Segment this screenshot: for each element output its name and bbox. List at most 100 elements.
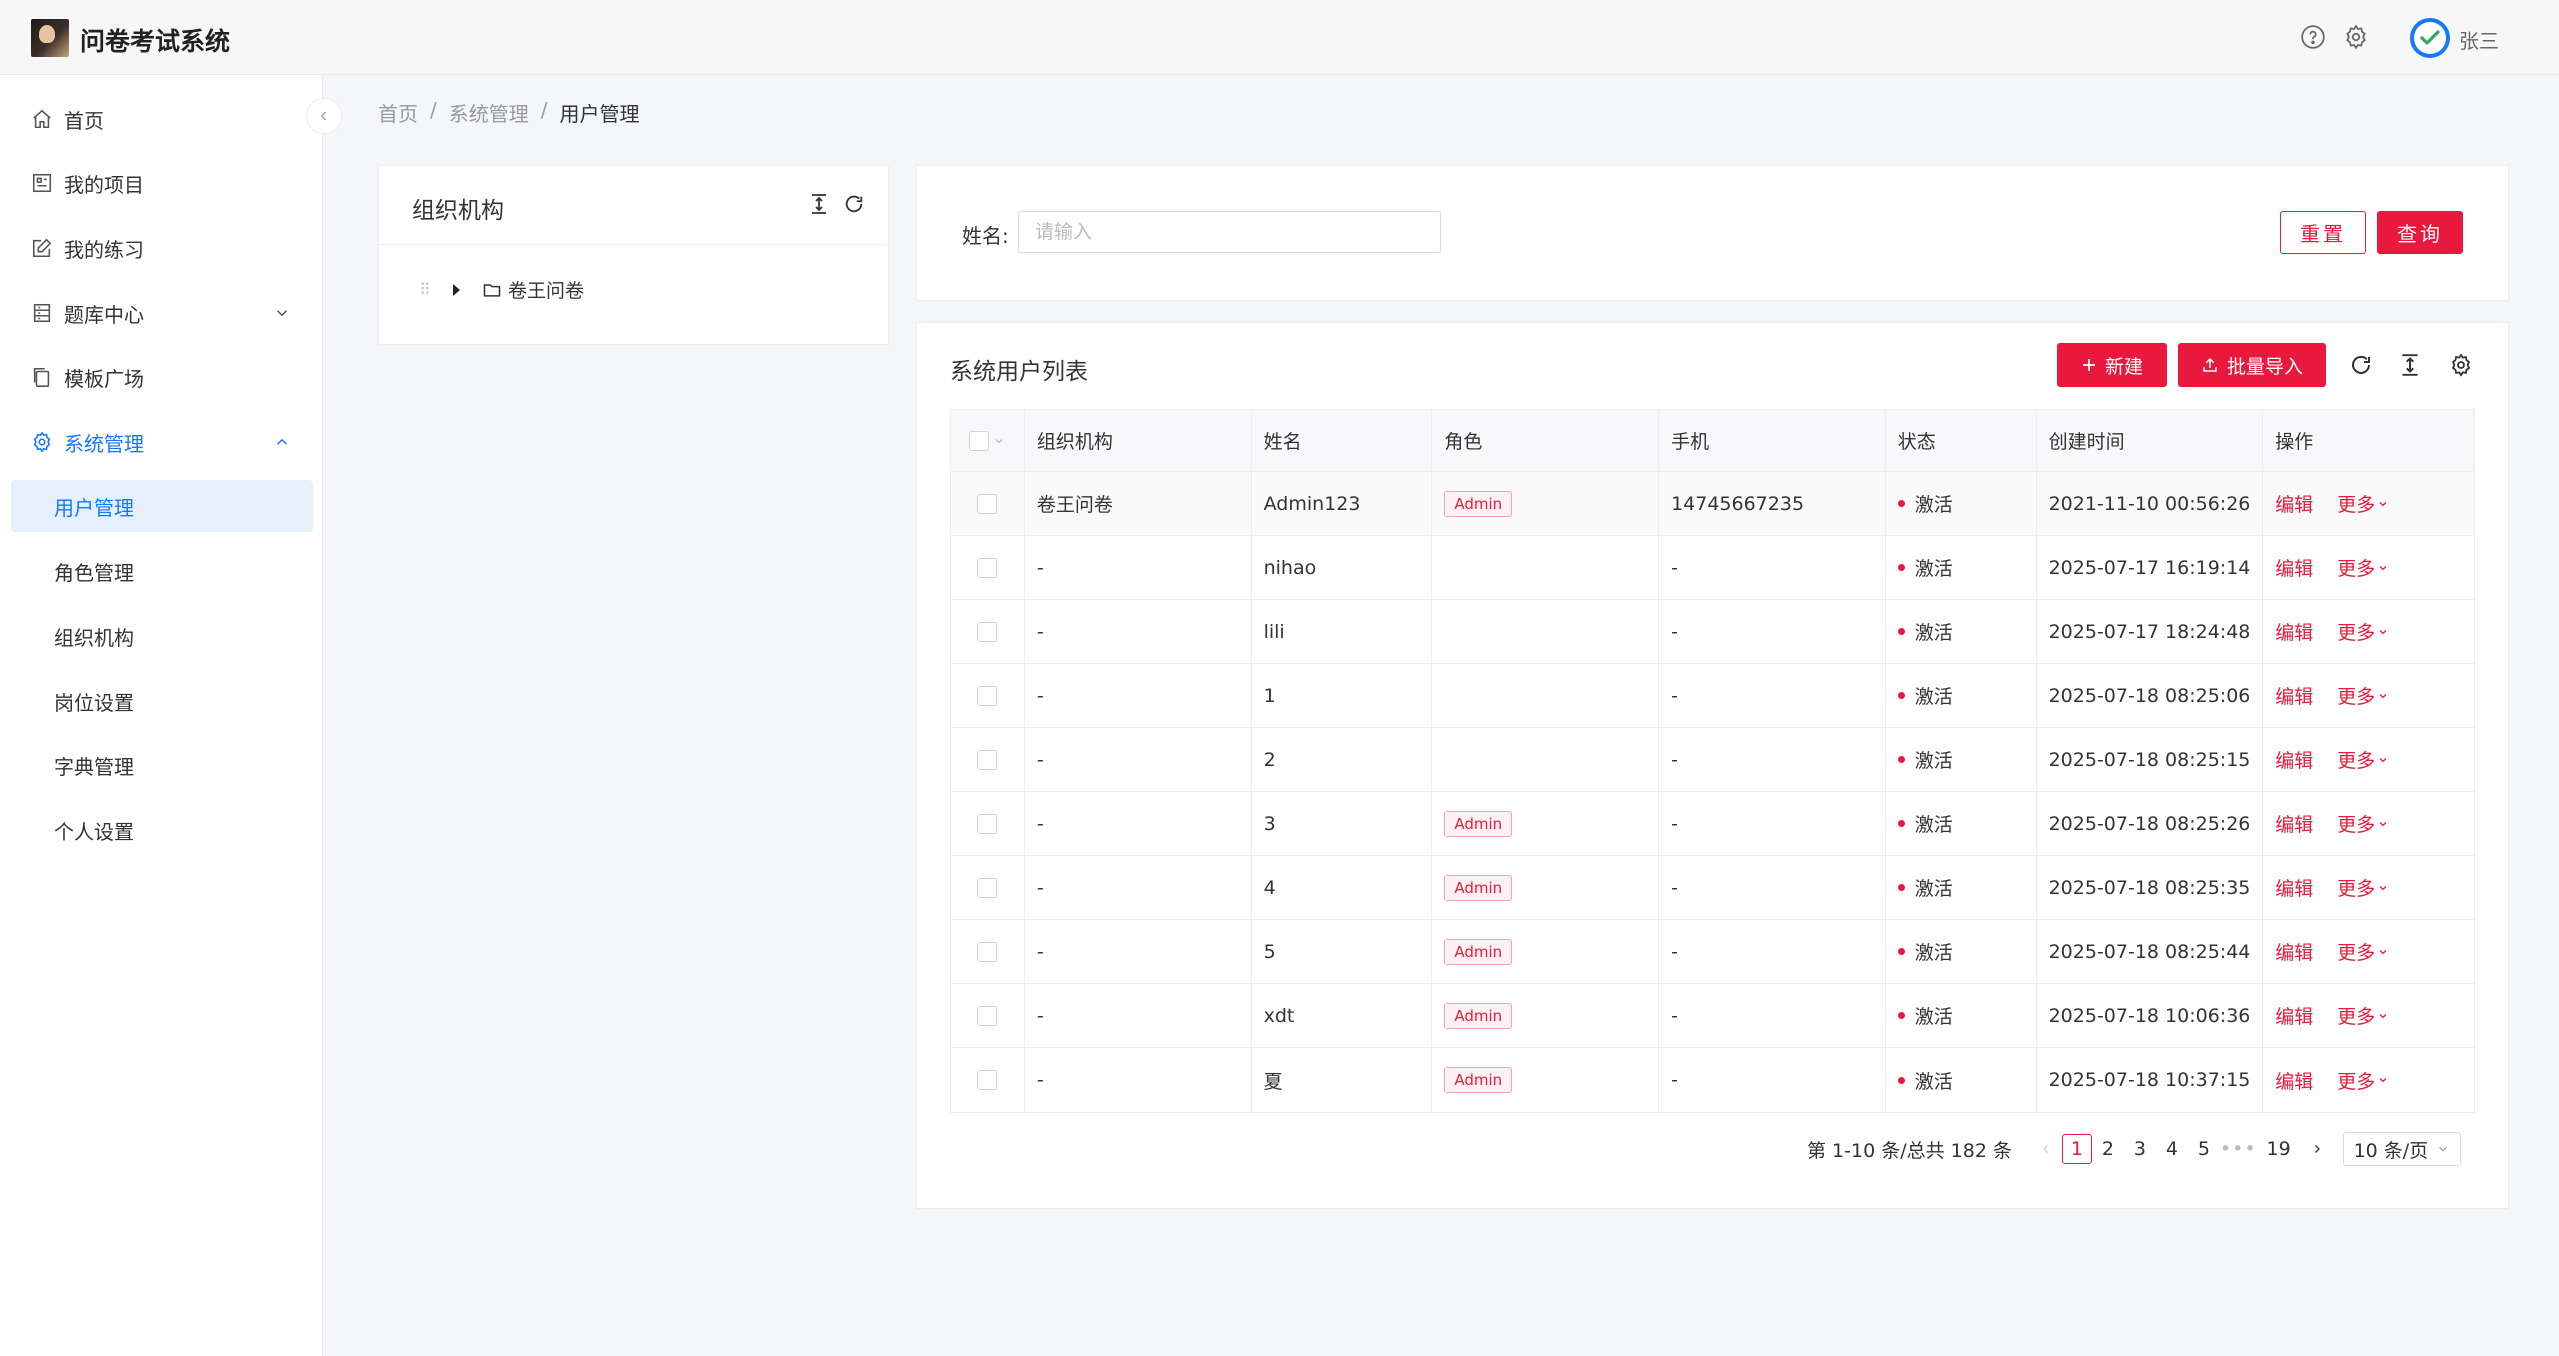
sidebar-item-my-practice[interactable]: 我的练习 bbox=[11, 222, 313, 274]
row-checkbox[interactable] bbox=[977, 1070, 998, 1090]
edit-link[interactable]: 编辑 bbox=[2275, 1067, 2313, 1094]
cell-actions: 编辑 更多 bbox=[2263, 856, 2474, 919]
row-checkbox[interactable] bbox=[977, 1005, 998, 1026]
expand-collapse-icon[interactable] bbox=[809, 193, 829, 215]
row-checkbox[interactable] bbox=[977, 941, 998, 962]
edit-link[interactable]: 编辑 bbox=[2275, 1002, 2313, 1029]
cell-phone: - bbox=[1659, 984, 1886, 1047]
cell-phone: 14745667235 bbox=[1659, 472, 1886, 535]
breadcrumb-home[interactable]: 首页 bbox=[378, 98, 418, 127]
page-button-4[interactable]: 4 bbox=[2156, 1133, 2188, 1165]
edit-link[interactable]: 编辑 bbox=[2275, 746, 2313, 773]
cell-status: 激活 bbox=[1886, 600, 2037, 663]
cell-phone: - bbox=[1659, 792, 1886, 855]
name-search-input[interactable] bbox=[1018, 211, 1441, 253]
settings-icon bbox=[31, 431, 53, 453]
chevron-down-icon bbox=[273, 304, 291, 322]
row-checkbox[interactable] bbox=[977, 621, 998, 642]
more-dropdown[interactable]: 更多 bbox=[2337, 490, 2389, 517]
drag-handle-icon[interactable]: ⠿ bbox=[419, 280, 441, 299]
edit-link[interactable]: 编辑 bbox=[2275, 874, 2313, 901]
user-avatar[interactable] bbox=[2410, 18, 2450, 58]
cell-name: 夏 bbox=[1252, 1048, 1433, 1112]
chevron-down-icon[interactable] bbox=[993, 435, 1005, 447]
help-icon[interactable] bbox=[2300, 24, 2326, 50]
more-dropdown[interactable]: 更多 bbox=[2337, 1002, 2389, 1029]
row-checkbox[interactable] bbox=[977, 493, 998, 514]
query-button[interactable]: 查询 bbox=[2377, 211, 2463, 254]
edit-link[interactable]: 编辑 bbox=[2275, 618, 2313, 645]
sidebar-item-system-management[interactable]: 系统管理 bbox=[11, 416, 313, 468]
sidebar-subitem-dictionary[interactable]: 字典管理 bbox=[11, 739, 313, 791]
cell-created: 2025-07-18 08:25:15 bbox=[2037, 728, 2264, 791]
sidebar-subitem-position-settings[interactable]: 岗位设置 bbox=[11, 675, 313, 727]
sidebar-item-template-square[interactable]: 模板广场 bbox=[11, 351, 313, 403]
cell-phone: - bbox=[1659, 536, 1886, 599]
edit-link[interactable]: 编辑 bbox=[2275, 810, 2313, 837]
more-dropdown[interactable]: 更多 bbox=[2337, 810, 2389, 837]
edit-link[interactable]: 编辑 bbox=[2275, 554, 2313, 581]
page-button-3[interactable]: 3 bbox=[2124, 1133, 2156, 1165]
table-row: - 夏 Admin - 激活 2025-07-18 10:37:15 编辑 更多 bbox=[951, 1048, 2474, 1112]
row-checkbox[interactable] bbox=[977, 877, 998, 898]
org-tree-node[interactable]: ⠿ 卷王问卷 bbox=[419, 276, 584, 303]
cell-phone: - bbox=[1659, 856, 1886, 919]
app-title: 问卷考试系统 bbox=[80, 27, 231, 56]
status-dot bbox=[1897, 756, 1905, 763]
edit-link[interactable]: 编辑 bbox=[2275, 490, 2313, 517]
sidebar-item-question-bank[interactable]: 题库中心 bbox=[11, 287, 313, 339]
more-dropdown[interactable]: 更多 bbox=[2337, 618, 2389, 645]
sidebar-subitem-personal-settings[interactable]: 个人设置 bbox=[11, 804, 313, 856]
next-page-button[interactable] bbox=[2301, 1133, 2333, 1165]
row-checkbox[interactable] bbox=[977, 749, 998, 770]
reset-button[interactable]: 重置 bbox=[2280, 211, 2366, 254]
edit-link[interactable]: 编辑 bbox=[2275, 682, 2313, 709]
breadcrumb-section[interactable]: 系统管理 bbox=[449, 98, 529, 127]
table-refresh-icon[interactable] bbox=[2349, 353, 2375, 379]
batch-import-button[interactable]: 批量导入 bbox=[2178, 343, 2326, 387]
page-size-select[interactable]: 10 条/页 bbox=[2342, 1132, 2461, 1166]
page-button-1[interactable]: 1 bbox=[2061, 1134, 2092, 1164]
page-button-5[interactable]: 5 bbox=[2188, 1133, 2220, 1165]
page-button-last[interactable]: 19 bbox=[2257, 1133, 2301, 1165]
row-checkbox[interactable] bbox=[977, 557, 998, 578]
column-header: 操作 bbox=[2275, 431, 2314, 453]
sidebar-subitem-organization[interactable]: 组织机构 bbox=[11, 610, 313, 662]
select-all-checkbox[interactable] bbox=[969, 430, 990, 451]
org-node-label: 卷王问卷 bbox=[508, 280, 585, 302]
column-header: 组织机构 bbox=[1025, 410, 1252, 471]
cell-created: 2025-07-18 08:25:26 bbox=[2037, 792, 2264, 855]
page-ellipsis[interactable]: ••• bbox=[2220, 1133, 2257, 1165]
cell-phone: - bbox=[1659, 728, 1886, 791]
more-dropdown[interactable]: 更多 bbox=[2337, 938, 2389, 965]
cell-created: 2025-07-18 08:25:06 bbox=[2037, 664, 2264, 727]
column-height-icon[interactable] bbox=[2399, 353, 2425, 379]
more-dropdown[interactable]: 更多 bbox=[2337, 682, 2389, 709]
page-button-2[interactable]: 2 bbox=[2092, 1133, 2124, 1165]
more-dropdown[interactable]: 更多 bbox=[2337, 874, 2389, 901]
sidebar-subitem-role-management[interactable]: 角色管理 bbox=[11, 545, 313, 597]
refresh-icon[interactable] bbox=[843, 193, 865, 215]
sidebar-collapse-button[interactable] bbox=[306, 98, 342, 134]
project-icon bbox=[31, 172, 53, 194]
settings-gear-icon[interactable] bbox=[2343, 24, 2369, 50]
status-dot bbox=[1897, 820, 1905, 827]
row-checkbox[interactable] bbox=[977, 813, 998, 834]
edit-link[interactable]: 编辑 bbox=[2275, 938, 2313, 965]
more-dropdown[interactable]: 更多 bbox=[2337, 746, 2389, 773]
caret-right-icon[interactable] bbox=[453, 283, 460, 296]
home-icon bbox=[31, 108, 53, 130]
row-checkbox[interactable] bbox=[977, 685, 998, 706]
sidebar-item-home[interactable]: 首页 bbox=[11, 93, 313, 145]
prev-page-button[interactable] bbox=[2030, 1133, 2062, 1165]
sidebar-subitem-user-management[interactable]: 用户管理 bbox=[11, 480, 313, 532]
more-dropdown[interactable]: 更多 bbox=[2337, 1067, 2389, 1094]
table-settings-icon[interactable] bbox=[2449, 353, 2475, 379]
sidebar-item-my-projects[interactable]: 我的项目 bbox=[11, 157, 313, 209]
chevron-down-icon bbox=[2379, 1078, 2387, 1083]
new-user-button[interactable]: 新建 bbox=[2057, 343, 2167, 387]
username[interactable]: 张三 bbox=[2459, 25, 2499, 54]
column-header: 创建时间 bbox=[2037, 410, 2264, 471]
more-dropdown[interactable]: 更多 bbox=[2337, 554, 2389, 581]
list-title: 系统用户列表 bbox=[950, 359, 1088, 385]
